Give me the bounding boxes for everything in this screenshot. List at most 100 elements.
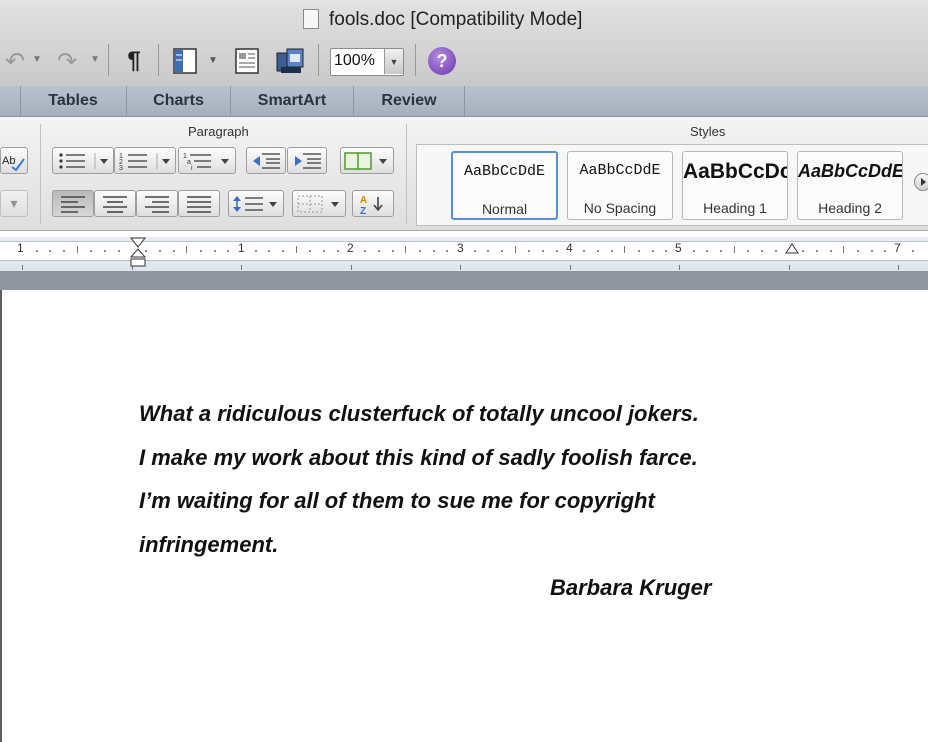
style-heading-2-preview: AaBbCcDdE (798, 161, 902, 181)
tab-tables[interactable]: Tables (20, 86, 127, 116)
ruler-label: 5 (675, 241, 682, 255)
bullets-button[interactable] (52, 147, 114, 174)
ruler-tick (392, 250, 394, 252)
group-divider (40, 124, 41, 224)
tab-review[interactable]: Review (354, 86, 465, 116)
ruler-tick (802, 250, 804, 252)
page-gap (0, 271, 928, 290)
document-line: I make my work about this kind of sadly … (139, 445, 698, 470)
increase-indent-icon[interactable] (287, 147, 327, 174)
ruler-tick (693, 250, 695, 252)
ruler-tick (446, 250, 448, 252)
ruler-tick (405, 246, 406, 253)
style-no-spacing-preview: AaBbCcDdE (579, 162, 661, 179)
zoom-dropdown-icon[interactable]: ▼ (384, 49, 403, 74)
ruler-tick (378, 250, 380, 252)
ruler-tick (282, 250, 284, 252)
ruler-tick (323, 250, 325, 252)
align-right-button[interactable] (136, 190, 178, 217)
ruler-tick (830, 250, 832, 252)
ruler-tick (706, 250, 708, 252)
help-button[interactable]: ? (428, 47, 456, 75)
ruler-tick (159, 250, 161, 252)
ruler-tick (734, 246, 735, 253)
align-center-button[interactable] (94, 190, 136, 217)
ruler-tick (296, 246, 297, 253)
ruler-tick (871, 250, 873, 252)
document-gallery-icon[interactable] (230, 45, 264, 77)
ruler-tick (173, 250, 175, 252)
svg-text:A: A (360, 195, 367, 206)
justify-button[interactable] (178, 190, 220, 217)
ruler-label: 7 (894, 241, 901, 255)
decrease-indent-icon[interactable] (246, 147, 286, 174)
ruler-tick (49, 250, 51, 252)
ruler-tick (583, 250, 585, 252)
spelling-icon[interactable]: Ab (0, 147, 28, 174)
redo-dropdown-icon[interactable]: ▼ (90, 54, 100, 65)
document-line: What a ridiculous clusterfuck of totally… (139, 401, 699, 426)
style-no-spacing[interactable]: AaBbCcDdE No Spacing (567, 151, 673, 220)
ruler-tick (761, 250, 763, 252)
style-normal[interactable]: AaBbCcDdE Normal (451, 151, 558, 220)
ruler-tick (186, 246, 187, 253)
undo-dropdown-icon[interactable]: ▼ (32, 54, 42, 65)
ruler-tick (200, 250, 202, 252)
document-page[interactable] (0, 290, 928, 742)
ruler-tick (433, 250, 435, 252)
ruler-tick (638, 250, 640, 252)
ruler-tick (214, 250, 216, 252)
align-left-button[interactable] (52, 190, 94, 217)
svg-text:Z: Z (360, 206, 366, 215)
ruler-tick (665, 250, 667, 252)
styles-scroll-right-icon[interactable] (914, 173, 928, 191)
ribbon-tab-partial[interactable] (0, 86, 21, 116)
ruler-tick (857, 250, 859, 252)
ruler-tick (542, 250, 544, 252)
style-no-spacing-label: No Spacing (583, 200, 657, 216)
ruler-tick (898, 265, 899, 270)
undo-icon[interactable]: ↶ (0, 47, 30, 75)
ruler-label: 1 (238, 241, 245, 255)
ruler-tick (570, 265, 571, 270)
style-normal-preview: AaBbCcDdE (463, 163, 545, 180)
redo-icon[interactable]: ↷ (50, 47, 84, 75)
numbering-button[interactable]: 123 (114, 147, 176, 174)
ruler-tick (309, 250, 311, 252)
ruler-tick (36, 250, 38, 252)
window-title: fools.doc [Compatibility Mode] (329, 9, 583, 30)
style-heading-2[interactable]: AaBbCcDdE Heading 2 (797, 151, 903, 220)
show-formatting-button[interactable]: ¶ (118, 46, 150, 76)
ruler-tick (118, 250, 120, 252)
ruler-tick (816, 250, 818, 252)
document-icon (303, 9, 319, 29)
toolbar-divider (415, 44, 416, 76)
multilevel-list-button[interactable]: 1ai (178, 147, 236, 174)
paragraph-group-label: Paragraph (188, 124, 249, 139)
ruler-tick (337, 250, 339, 252)
ruler-tick (474, 250, 476, 252)
document-line: I’m waiting for all of them to sue me fo… (139, 488, 655, 513)
line-spacing-button[interactable] (228, 190, 284, 217)
ruler-tick (351, 265, 352, 270)
style-heading-1[interactable]: AaBbCcDc Heading 1 (682, 151, 788, 220)
ruler-label: 1 (17, 241, 24, 255)
sidebar-icon[interactable] (170, 45, 204, 77)
borders-button[interactable] (292, 190, 346, 217)
ruler-tick (515, 246, 516, 253)
indent-marker-icon[interactable] (129, 237, 147, 269)
ruler-tick (364, 250, 366, 252)
ruler-tick (789, 265, 790, 270)
tab-charts[interactable]: Charts (127, 86, 231, 116)
ruler-tick (528, 250, 530, 252)
ruler-label: 2 (347, 241, 354, 255)
tab-smartart[interactable]: SmartArt (231, 86, 354, 116)
sidebar-dropdown-icon[interactable]: ▼ (208, 55, 218, 66)
media-browser-icon[interactable] (274, 45, 308, 77)
style-normal-label: Normal (481, 201, 528, 217)
text-color-icon[interactable]: ▾ (0, 190, 28, 217)
right-indent-marker-icon[interactable] (785, 243, 799, 257)
ruler-tick (90, 250, 92, 252)
columns-button[interactable] (340, 147, 394, 174)
sort-icon[interactable]: A Z (352, 190, 394, 217)
